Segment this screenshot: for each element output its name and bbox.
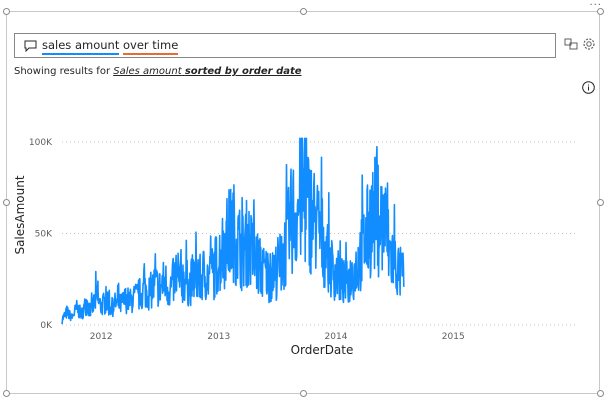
x-tick-label: 2015 [442,332,465,342]
x-axis-ticks: 2012 2013 2014 2015 [90,332,465,342]
x-axis-label: OrderDate [291,343,354,357]
y-tick-label: 100K [29,138,53,148]
series-line-salesamount [61,137,405,325]
line-chart: 0K 50K 100K 2012 2013 2014 2015 OrderDate Sal… [13,137,575,357]
y-tick-label: 50K [35,230,53,240]
y-axis-ticks: 0K 50K 100K [29,138,53,331]
y-tick-label: 0K [40,321,53,331]
x-tick-label: 2013 [207,332,230,342]
y-axis-label: SalesAmount [13,175,27,254]
x-tick-label: 2014 [325,332,348,342]
x-tick-label: 2012 [90,332,113,342]
